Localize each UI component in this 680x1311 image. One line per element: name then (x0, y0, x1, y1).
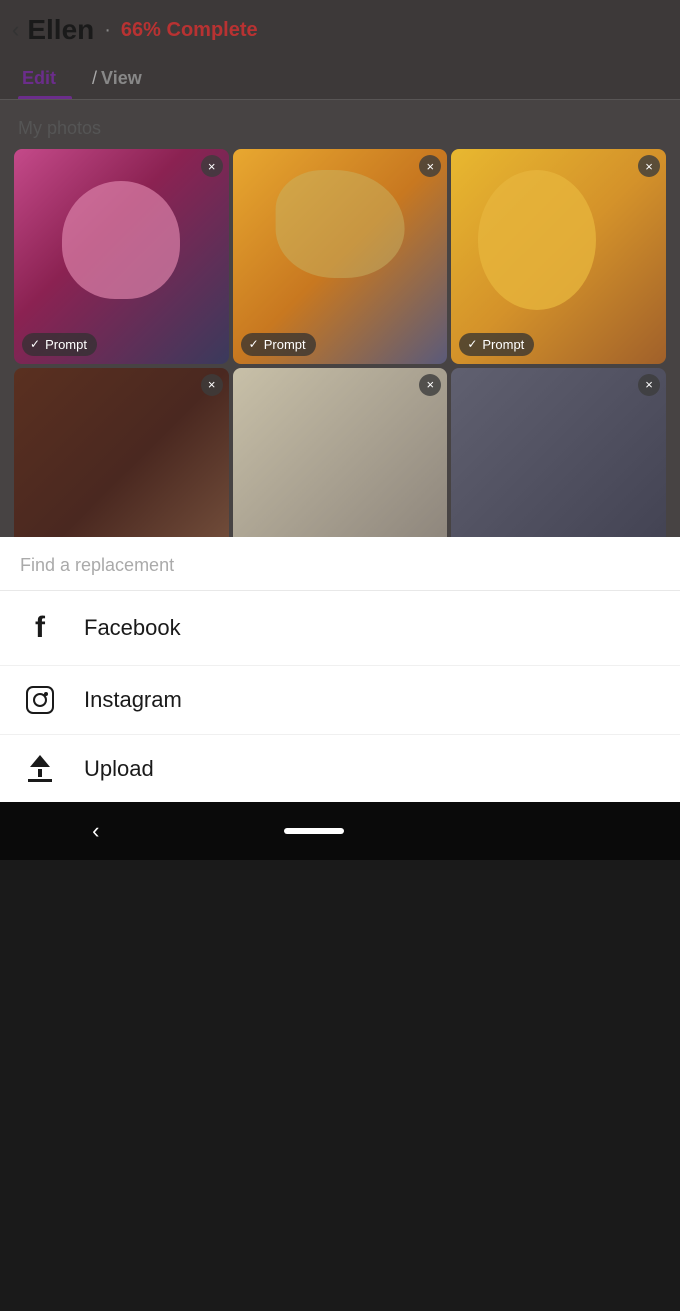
header-dot: · (104, 19, 111, 42)
photo-grid: × ✓ Prompt × ✓ Prompt × ✓ Prompt (0, 149, 680, 582)
prompt-check-1: ✓ (30, 337, 40, 351)
upload-label: Upload (84, 756, 154, 782)
find-replacement-label: Find a replacement (20, 555, 174, 575)
facebook-icon: f (20, 611, 60, 645)
photo-close-6[interactable]: × (638, 374, 660, 396)
nav-back-button[interactable]: ‹ (92, 818, 99, 844)
bottom-sheet-header: Find a replacement (0, 537, 680, 591)
tab-view[interactable]: View (97, 56, 158, 99)
header: ‹ Ellen · 66% Complete (0, 0, 680, 56)
bottom-sheet: Find a replacement f Facebook Instagram (0, 537, 680, 802)
prompt-badge-1[interactable]: ✓ Prompt (22, 333, 97, 356)
instagram-camera-icon (26, 686, 54, 714)
prompt-badge-2[interactable]: ✓ Prompt (241, 333, 316, 356)
instagram-option[interactable]: Instagram (0, 666, 680, 735)
upload-icon (20, 755, 60, 782)
photo-face-3 (451, 149, 666, 364)
photo-close-4[interactable]: × (201, 374, 223, 396)
photo-close-3[interactable]: × (638, 155, 660, 177)
instagram-icon (20, 686, 60, 714)
photo-cell-3[interactable]: × ✓ Prompt (451, 149, 666, 364)
facebook-option[interactable]: f Facebook (0, 591, 680, 666)
nav-home-pill[interactable] (284, 828, 344, 834)
prompt-text-1: Prompt (45, 337, 87, 352)
photos-section-title: My photos (0, 100, 680, 149)
upload-base (28, 779, 52, 782)
page-title: Ellen (27, 14, 94, 46)
instagram-label: Instagram (84, 687, 182, 713)
prompt-text-2: Prompt (264, 337, 306, 352)
upload-arrow-icon (28, 755, 52, 782)
completion-status: 66% Complete (121, 19, 258, 42)
tab-bar: Edit / View (0, 56, 680, 100)
upload-option[interactable]: Upload (0, 735, 680, 802)
facebook-f-icon: f (35, 611, 45, 645)
facebook-label: Facebook (84, 615, 181, 641)
prompt-check-3: ✓ (467, 337, 477, 351)
photo-cell-1[interactable]: × ✓ Prompt (14, 149, 229, 364)
photo-close-1[interactable]: × (201, 155, 223, 177)
prompt-check-2: ✓ (249, 337, 259, 351)
back-button[interactable]: ‹ (12, 17, 19, 43)
upload-arrow-head (30, 755, 50, 767)
photo-face-2 (233, 149, 448, 364)
upload-stem (38, 769, 42, 777)
tab-edit[interactable]: Edit (18, 56, 72, 99)
bottom-nav: ‹ (0, 802, 680, 860)
photo-close-5[interactable]: × (419, 374, 441, 396)
photo-cell-2[interactable]: × ✓ Prompt (233, 149, 448, 364)
main-content: ‹ Ellen · 66% Complete Edit / View My ph… (0, 0, 680, 860)
prompt-badge-3[interactable]: ✓ Prompt (459, 333, 534, 356)
prompt-text-3: Prompt (482, 337, 524, 352)
photo-face-1 (14, 149, 229, 364)
